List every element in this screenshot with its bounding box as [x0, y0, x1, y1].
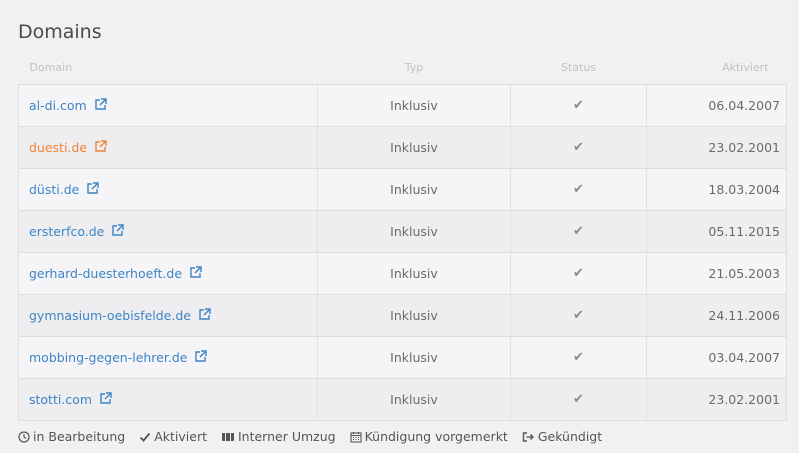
type-cell: Inklusiv: [317, 294, 511, 337]
calendar-icon: [350, 431, 362, 443]
domain-link[interactable]: düsti.de: [29, 182, 79, 197]
page-title: Domains: [18, 20, 102, 43]
legend-label: in Bearbeitung: [33, 429, 126, 444]
column-header-typ[interactable]: Typ: [318, 50, 511, 85]
type-cell: Inklusiv: [317, 378, 511, 421]
domain-link[interactable]: mobbing-gegen-lehrer.de: [29, 350, 187, 365]
domain-link[interactable]: gerhard-duesterhoeft.de: [29, 266, 182, 281]
domain-link[interactable]: duesti.de: [29, 140, 87, 155]
column-header-domain[interactable]: Domain: [19, 50, 318, 85]
activated-date: 23.02.2001: [646, 126, 787, 169]
type-cell: Inklusiv: [317, 84, 511, 127]
table-row: ersterfco.de Inklusiv ✔ 05.11.2015: [18, 210, 787, 253]
activated-date: 21.05.2003: [646, 252, 787, 295]
status-check-icon: ✔: [510, 378, 647, 421]
external-link-icon[interactable]: [194, 349, 208, 366]
column-header-aktiviert[interactable]: Aktiviert: [647, 50, 787, 85]
activated-date: 24.11.2006: [646, 294, 787, 337]
external-link-icon[interactable]: [99, 391, 112, 408]
legend-item-interner-umzug: Interner Umzug: [221, 429, 336, 444]
external-link-icon[interactable]: [94, 97, 107, 114]
legend-label: Aktiviert: [154, 429, 207, 444]
domain-link[interactable]: ersterfco.de: [29, 224, 104, 239]
truck-icon: [221, 431, 235, 443]
table-row: stotti.com Inklusiv ✔ 23.02.2001: [18, 378, 787, 421]
external-link-icon[interactable]: [111, 223, 125, 240]
status-legend: in Bearbeitung Aktiviert Interner Umzug …: [18, 429, 602, 444]
table-row: al-di.com Inklusiv ✔ 06.04.2007: [18, 84, 787, 127]
activated-date: 18.03.2004: [646, 168, 787, 211]
status-check-icon: ✔: [510, 294, 647, 337]
legend-label: Interner Umzug: [237, 429, 336, 444]
legend-label: Gekündigt: [537, 429, 603, 444]
check-icon: [139, 431, 151, 443]
type-cell: Inklusiv: [317, 252, 511, 295]
type-cell: Inklusiv: [317, 210, 511, 253]
status-check-icon: ✔: [510, 168, 647, 211]
external-link-icon[interactable]: [189, 265, 202, 282]
legend-item-kuendigung-vorgemerkt: Kündigung vorgemerkt: [350, 429, 508, 444]
domains-table: Domain Typ Status Aktiviert al-di.com In…: [18, 50, 787, 421]
domain-link[interactable]: gymnasium-oebisfelde.de: [29, 308, 191, 323]
type-cell: Inklusiv: [317, 168, 511, 211]
legend-item-in-bearbeitung: in Bearbeitung: [18, 429, 125, 444]
external-link-icon[interactable]: [94, 139, 107, 156]
activated-date: 03.04.2007: [646, 336, 787, 379]
external-link-icon[interactable]: [86, 181, 100, 198]
type-cell: Inklusiv: [317, 126, 511, 169]
activated-date: 06.04.2007: [646, 84, 787, 127]
activated-date: 05.11.2015: [646, 210, 787, 253]
status-check-icon: ✔: [510, 126, 647, 169]
legend-item-aktiviert: Aktiviert: [139, 429, 207, 444]
table-row: gymnasium-oebisfelde.de Inklusiv ✔ 24.11…: [18, 294, 787, 337]
activated-date: 23.02.2001: [646, 378, 787, 421]
legend-item-gekuendigt: Gekündigt: [522, 429, 602, 444]
status-check-icon: ✔: [510, 210, 647, 253]
table-row: mobbing-gegen-lehrer.de Inklusiv ✔ 03.04…: [18, 336, 787, 379]
table-row: gerhard-duesterhoeft.de Inklusiv ✔ 21.05…: [18, 252, 787, 295]
status-check-icon: ✔: [510, 252, 647, 295]
type-cell: Inklusiv: [317, 336, 511, 379]
status-check-icon: ✔: [510, 84, 647, 127]
clock-icon: [18, 430, 30, 443]
status-check-icon: ✔: [510, 336, 647, 379]
table-row: duesti.de Inklusiv ✔ 23.02.2001: [18, 126, 787, 169]
table-row: düsti.de Inklusiv ✔ 18.03.2004: [18, 168, 787, 211]
column-header-status[interactable]: Status: [511, 50, 647, 85]
domain-link[interactable]: stotti.com: [29, 392, 92, 407]
legend-label: Kündigung vorgemerkt: [364, 429, 508, 444]
external-link-icon[interactable]: [198, 307, 211, 324]
domain-link[interactable]: al-di.com: [29, 98, 87, 113]
sign-out-icon: [522, 431, 535, 443]
table-header-row: Domain Typ Status Aktiviert: [19, 50, 787, 85]
